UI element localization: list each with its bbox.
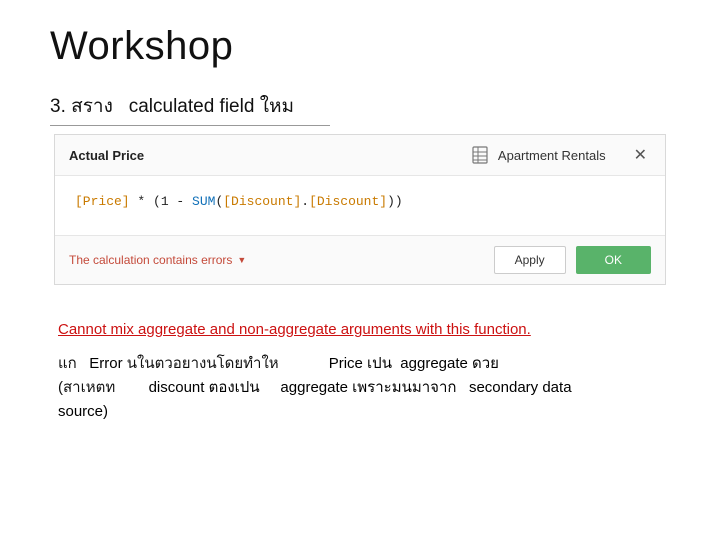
- chevron-down-icon: ▼: [237, 255, 246, 265]
- error-message[interactable]: The calculation contains errors ▼: [69, 253, 484, 267]
- slide-title: Workshop: [50, 24, 670, 69]
- t6: (สาเหตท: [58, 379, 115, 396]
- ok-button[interactable]: OK: [576, 246, 651, 274]
- close-icon[interactable]: ✕: [630, 145, 651, 165]
- datasource-name[interactable]: Apartment Rentals: [498, 148, 606, 163]
- apply-button[interactable]: Apply: [494, 246, 566, 274]
- t1: แก: [58, 355, 77, 372]
- t8: aggregate เพราะมนมาจาก: [280, 379, 456, 396]
- step-line: 3. สราง calculated field ใหม: [50, 91, 330, 126]
- detailed-error: Cannot mix aggregate and non-aggregate a…: [58, 321, 662, 338]
- formula-editor[interactable]: [Price] * (1 - SUM([Discount].[Discount]…: [55, 176, 665, 236]
- formula-token-op: *: [130, 194, 153, 209]
- step-mid: calculated field: [129, 96, 255, 117]
- formula-token-paren: (1 -: [153, 194, 192, 209]
- t3: นในตวอยางนโดยทำให: [127, 355, 279, 372]
- t4: Price เปน: [329, 355, 392, 372]
- formula-token-field: [Price]: [75, 194, 130, 209]
- field-name-input[interactable]: Actual Price: [69, 148, 462, 163]
- formula-token-dot: .: [301, 194, 309, 209]
- datasource-icon: [472, 146, 488, 164]
- notes-block: Cannot mix aggregate and non-aggregate a…: [50, 321, 670, 424]
- explanation: แก Error นในตวอยางนโดยทำให Price เปน agg…: [58, 352, 662, 424]
- formula-token-paren: )): [387, 194, 403, 209]
- t10: source): [58, 403, 108, 420]
- t9: secondary data: [469, 379, 572, 396]
- dialog-footer: The calculation contains errors ▼ Apply …: [55, 236, 665, 284]
- step-prefix: 3. สราง: [50, 96, 113, 117]
- formula-token-field: [Discount]: [223, 194, 301, 209]
- dialog-header: Actual Price Apartment Rentals ✕: [55, 135, 665, 176]
- step-suffix: ใหม: [260, 96, 294, 117]
- t5: aggregate ดวย: [400, 355, 499, 372]
- error-text: The calculation contains errors: [69, 253, 232, 267]
- calculated-field-dialog: Actual Price Apartment Rentals ✕ [Price]…: [54, 134, 666, 285]
- formula-token-field: [Discount]: [309, 194, 387, 209]
- t7: discount ตองเปน: [149, 379, 260, 396]
- formula-token-func: SUM: [192, 194, 215, 209]
- t2: Error: [89, 355, 122, 372]
